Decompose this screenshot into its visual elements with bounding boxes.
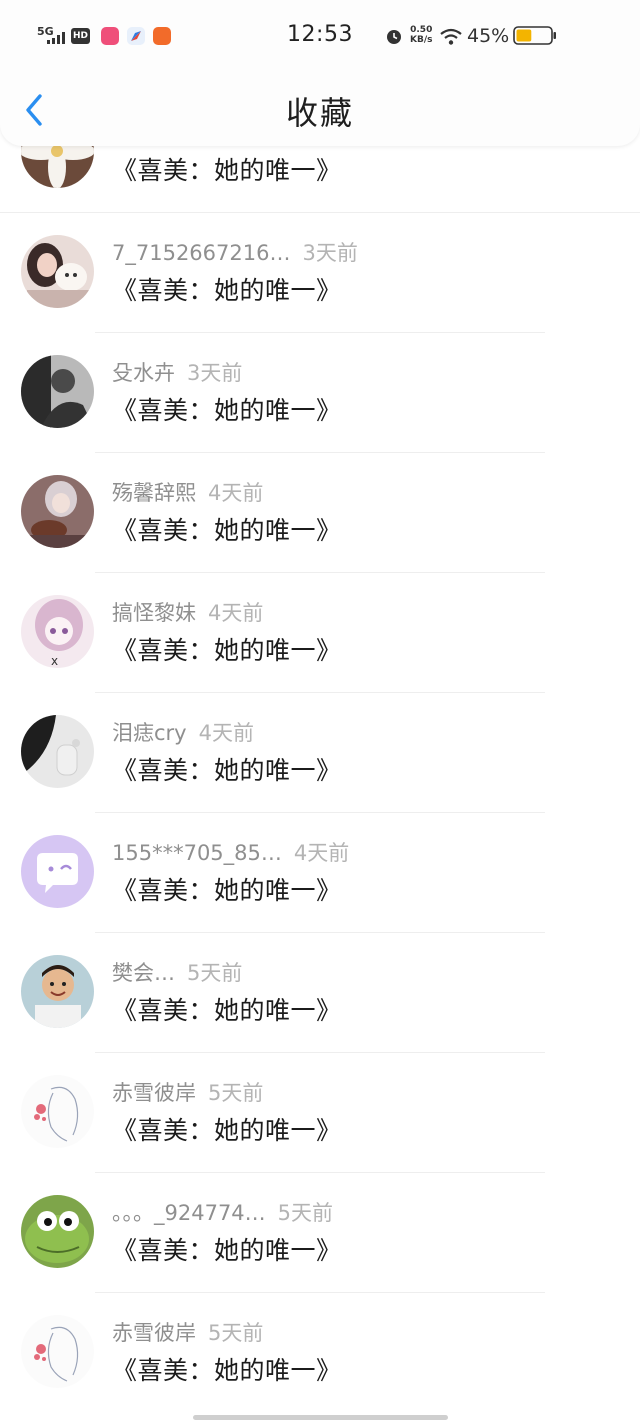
avatar[interactable]: x bbox=[21, 595, 94, 668]
list-item[interactable]: 。。。_924774… 5天前 《喜美：她的唯一》 bbox=[0, 1173, 640, 1293]
item-meta: 殇馨辞熙 4天前 bbox=[112, 477, 263, 507]
avatar[interactable] bbox=[21, 715, 94, 788]
time-ago: 3天前 bbox=[302, 241, 358, 265]
battery-percent: 45% bbox=[467, 25, 510, 47]
username: 赤雪彼岸 bbox=[112, 1081, 196, 1105]
list-item[interactable]: x 搞怪黎妹 4天前 《喜美：她的唯一》 bbox=[0, 573, 640, 693]
item-meta: 赤雪彼岸 5天前 bbox=[112, 1077, 263, 1107]
item-meta: 樊会… 5天前 bbox=[112, 957, 242, 987]
favorite-title[interactable]: 《喜美：她的唯一》 bbox=[112, 991, 342, 1027]
favorite-title[interactable]: 《喜美：她的唯一》 bbox=[112, 1351, 342, 1387]
favorite-title[interactable]: 《喜美：她的唯一》 bbox=[112, 1111, 342, 1147]
list-item[interactable]: 赤雪彼岸 5天前 《喜美：她的唯一》 bbox=[0, 1293, 640, 1413]
avatar[interactable] bbox=[21, 235, 94, 308]
avatar[interactable] bbox=[21, 955, 94, 1028]
favorite-title[interactable]: 《喜美：她的唯一》 bbox=[112, 1231, 342, 1267]
speed-value: 0.50 bbox=[410, 25, 433, 35]
list-item[interactable]: 7_7152667216… 3天前 《喜美：她的唯一》 bbox=[0, 213, 640, 333]
alarm-icon bbox=[387, 30, 401, 44]
avatar[interactable] bbox=[21, 835, 94, 908]
item-meta: 搞怪黎妹 4天前 bbox=[112, 597, 263, 627]
svg-text:x: x bbox=[51, 654, 58, 668]
avatar[interactable] bbox=[21, 475, 94, 548]
home-indicator[interactable] bbox=[193, 1415, 448, 1420]
item-meta: 泪痣cry 4天前 bbox=[112, 717, 254, 747]
time-ago: 4天前 bbox=[208, 481, 264, 505]
item-meta: 。。。_924774… 5天前 bbox=[112, 1197, 333, 1227]
avatar[interactable] bbox=[21, 1195, 94, 1268]
item-meta: 7_7152667216… 3天前 bbox=[112, 237, 358, 267]
avatar[interactable] bbox=[21, 1075, 94, 1148]
list-item[interactable]: 泪痣cry 4天前 《喜美：她的唯一》 bbox=[0, 693, 640, 813]
username: 殳水卉 bbox=[112, 361, 175, 385]
username: 赤雪彼岸 bbox=[112, 1321, 196, 1345]
avatar[interactable] bbox=[21, 355, 94, 428]
page-title: 收藏 bbox=[285, 94, 354, 132]
favorite-title[interactable]: 《喜美：她的唯一》 bbox=[112, 511, 342, 547]
username: 。。。_924774… bbox=[112, 1201, 266, 1225]
list-item[interactable]: 樊会… 5天前 《喜美：她的唯一》 bbox=[0, 933, 640, 1053]
item-meta: 殳水卉 3天前 bbox=[112, 357, 242, 387]
username: 搞怪黎妹 bbox=[112, 601, 196, 625]
time-ago: 5天前 bbox=[208, 1081, 264, 1105]
speed-unit: KB/s bbox=[410, 35, 433, 45]
time-ago: 3天前 bbox=[187, 361, 243, 385]
time-ago: 4天前 bbox=[208, 601, 264, 625]
top-bar: 5G HD 12:53 0.50 KB/s 45% 收藏 bbox=[0, 0, 640, 146]
time-ago: 4天前 bbox=[293, 841, 350, 865]
favorite-title[interactable]: 《喜美：她的唯一》 bbox=[112, 151, 342, 187]
favorite-title[interactable]: 《喜美：她的唯一》 bbox=[112, 631, 342, 667]
username: 155***705_85… bbox=[112, 841, 282, 865]
list-item[interactable]: 赤雪彼岸 5天前 《喜美：她的唯一》 bbox=[0, 1053, 640, 1173]
username: 樊会… bbox=[112, 961, 175, 985]
list-item[interactable]: 殳水卉 3天前 《喜美：她的唯一》 bbox=[0, 333, 640, 453]
favorite-title[interactable]: 《喜美：她的唯一》 bbox=[112, 871, 342, 907]
battery-icon bbox=[513, 26, 556, 45]
list-item[interactable]: 155***705_85… 4天前 《喜美：她的唯一》 bbox=[0, 813, 640, 933]
item-meta: 155***705_85… 4天前 bbox=[112, 837, 349, 867]
time-ago: 5天前 bbox=[208, 1321, 264, 1345]
wifi-icon bbox=[440, 28, 462, 45]
network-speed: 0.50 KB/s bbox=[410, 25, 432, 45]
nav-bar: 收藏 bbox=[0, 72, 640, 146]
favorite-title[interactable]: 《喜美：她的唯一》 bbox=[112, 271, 342, 307]
list-item[interactable]: 殇馨辞熙 4天前 《喜美：她的唯一》 bbox=[0, 453, 640, 573]
favorite-title[interactable]: 《喜美：她的唯一》 bbox=[112, 391, 342, 427]
favorite-title[interactable]: 《喜美：她的唯一》 bbox=[112, 751, 342, 787]
username: 泪痣cry bbox=[112, 721, 187, 745]
status-bar: 5G HD 12:53 0.50 KB/s 45% bbox=[0, 0, 640, 72]
item-meta: 赤雪彼岸 5天前 bbox=[112, 1317, 263, 1347]
time-ago: 4天前 bbox=[198, 721, 254, 745]
username: 7_7152667216… bbox=[112, 241, 291, 265]
avatar[interactable] bbox=[21, 1315, 94, 1388]
time-ago: 5天前 bbox=[277, 1201, 334, 1225]
username: 殇馨辞熙 bbox=[112, 481, 196, 505]
time-ago: 5天前 bbox=[187, 961, 243, 985]
